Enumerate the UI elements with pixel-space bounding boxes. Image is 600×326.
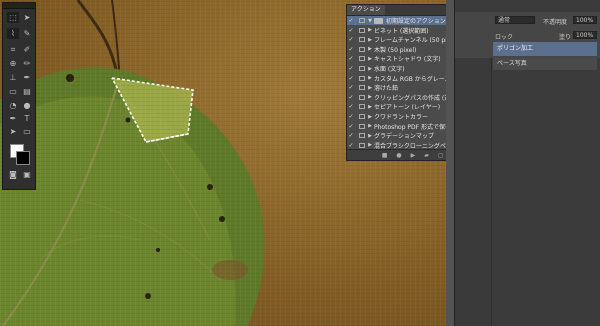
dialog-toggle-icon[interactable] xyxy=(357,27,366,34)
check-icon[interactable]: ✓ xyxy=(347,123,355,130)
action-label: Photoshop PDF 形式で保存 xyxy=(374,123,452,131)
background-color-swatch[interactable] xyxy=(16,151,30,165)
expand-arrow-icon[interactable]: ▶ xyxy=(366,142,374,148)
polygon-lasso-icon[interactable]: ⌇ xyxy=(7,28,19,39)
stop-icon[interactable]: ■ xyxy=(382,152,388,159)
expand-arrow-icon[interactable]: ▶ xyxy=(366,56,374,62)
collapse-arrow-icon[interactable]: ▼ xyxy=(366,18,374,24)
dialog-toggle-icon[interactable] xyxy=(357,123,366,130)
check-icon[interactable]: ✓ xyxy=(347,84,355,91)
check-icon[interactable]: ✓ xyxy=(347,113,355,120)
play-icon[interactable]: ▶ xyxy=(411,152,416,159)
dialog-toggle-icon[interactable] xyxy=(357,132,366,139)
expand-arrow-icon[interactable]: ▶ xyxy=(366,27,374,33)
dialog-toggle-icon[interactable] xyxy=(357,17,366,24)
check-icon[interactable]: ✓ xyxy=(347,27,355,34)
type-icon[interactable]: T xyxy=(21,113,33,124)
screen-mode-icon[interactable]: ▣ xyxy=(21,169,33,180)
fill-label: 塗り xyxy=(559,34,572,41)
layer-name: ポリゴン加工 xyxy=(497,45,534,52)
dodge-icon[interactable]: ● xyxy=(21,100,33,111)
expand-arrow-icon[interactable]: ▶ xyxy=(366,104,374,110)
action-label: 木製 (50 pixel) xyxy=(374,46,417,54)
tools-panel: ⬚ ➤ ⌇ ✎ ⌗ ✐ ⊕ ✏ ⊥ ✒ ▭ ▤ ◔ ● ✒ T ➤ ▭ ◙ ▣ xyxy=(2,2,36,190)
actions-tab[interactable]: アクション xyxy=(347,5,385,15)
dialog-toggle-icon[interactable] xyxy=(357,84,366,91)
expand-arrow-icon[interactable]: ▶ xyxy=(366,75,374,81)
action-label: 溶けた鉛 xyxy=(374,85,399,93)
expand-arrow-icon[interactable]: ▶ xyxy=(366,37,374,43)
eraser-icon[interactable]: ▭ xyxy=(7,86,19,97)
right-dock: 通常 不透明度 100% ロック 塗り 100% ポリゴン加工 ベース写真 xyxy=(454,0,600,326)
opacity-field[interactable]: 100% xyxy=(573,16,597,24)
action-label: セピアトーン (レイヤー) xyxy=(374,104,441,112)
collapsed-panel-column xyxy=(455,12,492,326)
pen-icon[interactable]: ✒ xyxy=(7,113,19,124)
expand-arrow-icon[interactable]: ▶ xyxy=(366,85,374,91)
check-icon[interactable]: ✓ xyxy=(347,94,355,101)
action-label: 水面 (文字) xyxy=(374,66,405,73)
dialog-toggle-icon[interactable] xyxy=(357,75,366,82)
eyedropper-icon[interactable]: ✐ xyxy=(21,44,33,55)
gradient-icon[interactable]: ▤ xyxy=(21,86,33,97)
check-icon[interactable]: ✓ xyxy=(347,132,355,139)
opacity-label: 不透明度 xyxy=(543,19,568,26)
move-icon[interactable]: ➤ xyxy=(21,12,33,23)
blend-mode-select[interactable]: 通常 xyxy=(495,16,535,24)
check-icon[interactable]: ✓ xyxy=(347,65,355,72)
dialog-toggle-icon[interactable] xyxy=(357,46,366,53)
dialog-toggle-icon[interactable] xyxy=(357,65,366,72)
expand-arrow-icon[interactable]: ▶ xyxy=(366,133,374,139)
quick-mask-icon[interactable]: ◙ xyxy=(7,169,19,180)
action-label: キャストシャドウ (文字) xyxy=(374,56,441,64)
check-icon[interactable]: ✓ xyxy=(347,142,355,149)
quick-select-icon[interactable]: ✎ xyxy=(21,28,33,39)
check-icon[interactable]: ✓ xyxy=(347,17,355,24)
layer-row[interactable]: ベース写真 xyxy=(493,58,597,70)
record-icon[interactable]: ● xyxy=(396,152,401,159)
layer-row[interactable]: ポリゴン加工 xyxy=(493,42,597,56)
new-set-icon[interactable]: ▰ xyxy=(424,152,429,159)
dialog-toggle-icon[interactable] xyxy=(357,142,366,149)
dialog-toggle-icon[interactable] xyxy=(357,36,366,43)
expand-arrow-icon[interactable]: ▶ xyxy=(366,123,374,129)
shape-icon[interactable]: ▭ xyxy=(21,126,33,137)
action-label: クワドラントカラー xyxy=(374,114,429,121)
dialog-toggle-icon[interactable] xyxy=(357,103,366,110)
layer-name: ベース写真 xyxy=(497,60,527,67)
check-icon[interactable]: ✓ xyxy=(347,103,355,110)
brush-icon[interactable]: ✏ xyxy=(21,58,33,69)
fill-field[interactable]: 100% xyxy=(573,31,597,39)
dock-divider[interactable] xyxy=(446,0,454,326)
dialog-toggle-icon[interactable] xyxy=(357,55,366,62)
action-label: ビネット (選択範囲) xyxy=(374,27,429,35)
check-icon[interactable]: ✓ xyxy=(347,36,355,43)
check-icon[interactable]: ✓ xyxy=(347,46,355,53)
path-select-icon[interactable]: ➤ xyxy=(7,126,19,137)
expand-arrow-icon[interactable]: ▶ xyxy=(366,66,374,72)
expand-arrow-icon[interactable]: ▶ xyxy=(366,94,374,100)
tools-panel-grip[interactable] xyxy=(3,3,35,9)
new-action-icon[interactable]: ▢ xyxy=(438,152,444,159)
expand-arrow-icon[interactable]: ▶ xyxy=(366,46,374,52)
blur-icon[interactable]: ◔ xyxy=(7,100,19,111)
crop-icon[interactable]: ⌗ xyxy=(7,44,19,55)
dialog-toggle-icon[interactable] xyxy=(357,113,366,120)
expand-arrow-icon[interactable]: ▶ xyxy=(366,114,374,120)
dialog-toggle-icon[interactable] xyxy=(357,94,366,101)
healing-icon[interactable]: ⊕ xyxy=(7,58,19,69)
action-label: 初期設定のアクション xyxy=(386,18,446,25)
lock-label: ロック xyxy=(495,34,514,41)
check-icon[interactable]: ✓ xyxy=(347,55,355,62)
stamp-icon[interactable]: ⊥ xyxy=(7,72,19,83)
action-label: グラデーションマップ xyxy=(374,133,434,141)
history-brush-icon[interactable]: ✒ xyxy=(21,72,33,83)
check-icon[interactable]: ✓ xyxy=(347,75,355,82)
marquee-icon[interactable]: ⬚ xyxy=(7,12,19,23)
folder-icon xyxy=(374,17,383,24)
